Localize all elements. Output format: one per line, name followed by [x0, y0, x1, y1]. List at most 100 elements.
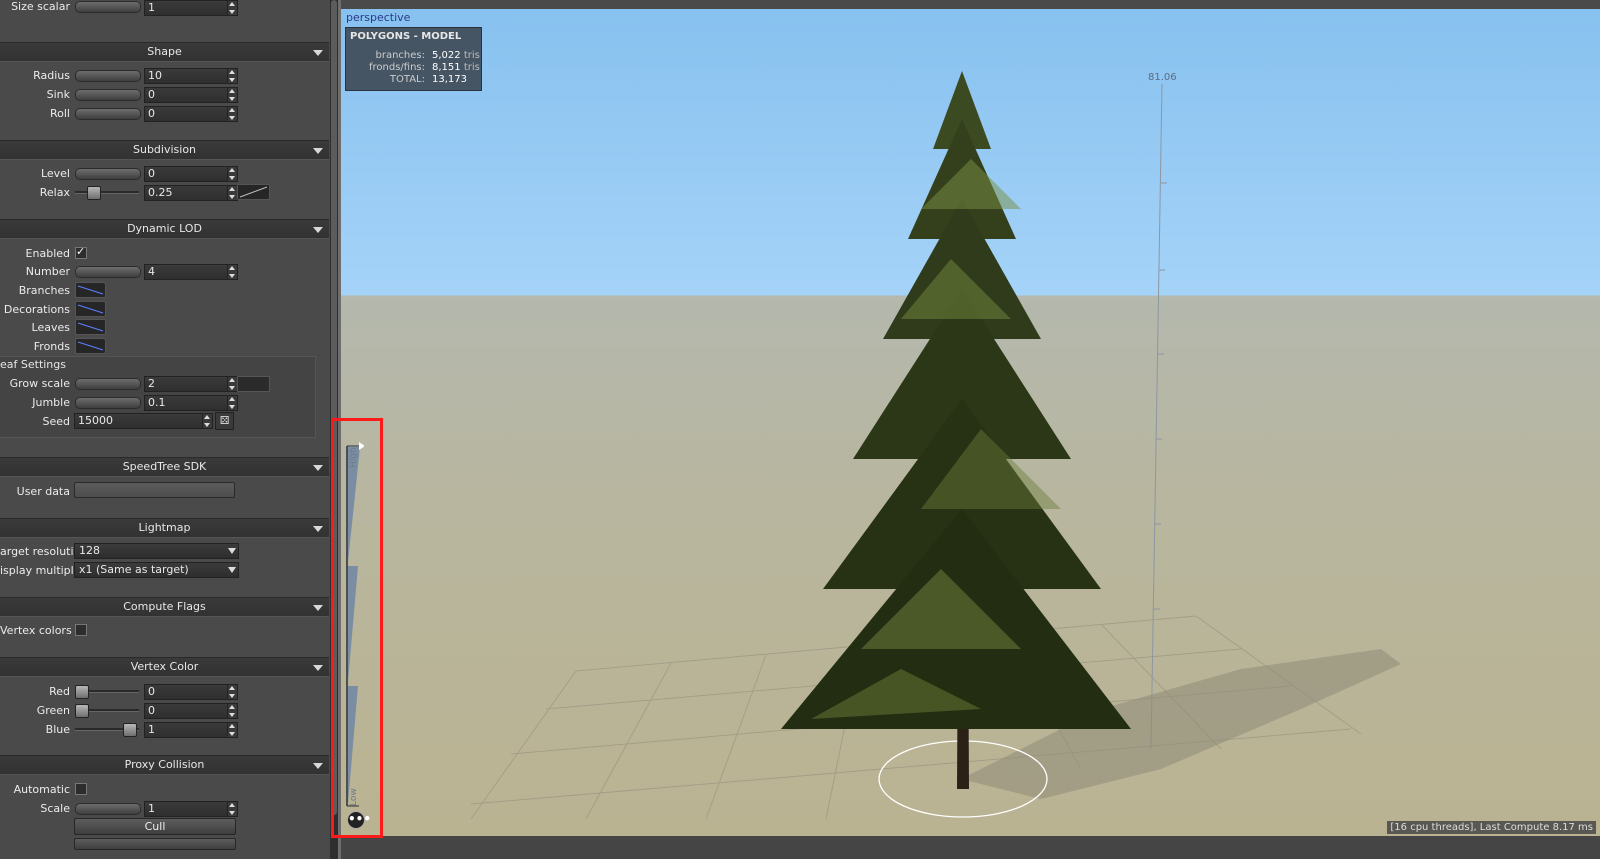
properties-panel: Size scalar 1 Shape Radius 10 Sink 0 Rol…: [0, 0, 330, 859]
roll-input[interactable]: 0: [144, 106, 229, 122]
section-speedtree-sdk-header[interactable]: SpeedTree SDK: [0, 457, 329, 477]
section-compute-flags-header[interactable]: Compute Flags: [0, 597, 329, 617]
seed-spinner[interactable]: [202, 413, 213, 429]
number-input[interactable]: 4: [144, 264, 229, 280]
blue-spinner[interactable]: [227, 722, 238, 738]
jumble-spinner[interactable]: [227, 395, 238, 411]
user-data-input[interactable]: [74, 482, 235, 498]
dropdown-arrow-icon: [228, 548, 236, 554]
roll-label: Roll: [50, 107, 70, 120]
fronds-label: Fronds: [33, 340, 70, 353]
number-spinner[interactable]: [227, 264, 238, 280]
target-resolution-select[interactable]: 128: [74, 543, 239, 559]
random-seed-dice-icon[interactable]: ⚄: [215, 412, 234, 430]
section-lightmap-title: Lightmap: [138, 521, 191, 534]
size-scalar-input[interactable]: 1: [144, 0, 229, 16]
blue-input[interactable]: 1: [144, 722, 229, 738]
next-button-partial[interactable]: [74, 838, 236, 850]
vertex-colors-label: Vertex colors: [0, 624, 72, 637]
automatic-label: Automatic: [13, 783, 70, 796]
height-measure-line: [1150, 83, 1163, 750]
sink-input[interactable]: 0: [144, 87, 229, 103]
vertex-colors-checkbox[interactable]: [75, 624, 87, 636]
red-label: Red: [49, 685, 70, 698]
section-speedtree-sdk-title: SpeedTree SDK: [122, 460, 207, 473]
display-multiplier-label: isplay multiplier: [0, 564, 89, 577]
branches-label: Branches: [18, 284, 70, 297]
decorations-curve-button[interactable]: [75, 301, 106, 317]
grow-scale-curve-button[interactable]: [237, 376, 270, 392]
section-dynamic-lod-header[interactable]: Dynamic LOD: [0, 219, 329, 239]
sink-slider[interactable]: [75, 89, 141, 101]
level-spinner[interactable]: [227, 166, 238, 182]
size-scalar-label: Size scalar: [11, 0, 70, 13]
curve-icon: [77, 304, 104, 314]
relax-input[interactable]: 0.25: [144, 185, 229, 201]
leaves-label: Leaves: [31, 321, 70, 334]
scale-input[interactable]: 1: [144, 801, 229, 817]
size-scalar-slider[interactable]: [75, 1, 141, 13]
green-input[interactable]: 0: [144, 703, 229, 719]
roll-spinner[interactable]: [227, 106, 238, 122]
jumble-slider[interactable]: [75, 397, 141, 409]
grow-scale-label: Grow scale: [9, 377, 70, 390]
scale-slider[interactable]: [75, 803, 141, 815]
seed-input[interactable]: 15000: [74, 413, 203, 429]
relax-slider[interactable]: [75, 186, 139, 200]
relax-label: Relax: [39, 186, 70, 199]
automatic-checkbox[interactable]: [75, 783, 87, 795]
section-vertex-color-title: Vertex Color: [130, 660, 199, 673]
curve-icon: [239, 186, 268, 198]
user-data-label: User data: [16, 485, 70, 498]
blue-slider-knob[interactable]: [123, 723, 137, 737]
tree-foliage: [781, 71, 1131, 729]
cull-button[interactable]: Cull: [74, 818, 236, 835]
dropdown-arrow-icon: [228, 567, 236, 573]
display-multiplier-value: x1 (Same as target): [79, 563, 189, 576]
level-input[interactable]: 0: [144, 166, 229, 182]
branches-curve-button[interactable]: [75, 282, 106, 298]
roll-slider[interactable]: [75, 108, 141, 120]
relax-slider-knob[interactable]: [87, 186, 101, 200]
red-spinner[interactable]: [227, 684, 238, 700]
enabled-checkbox[interactable]: [75, 245, 87, 259]
measure-ticks: [1154, 182, 1167, 610]
collapse-arrow-icon: [313, 50, 323, 56]
section-subdivision-header[interactable]: Subdivision: [0, 140, 329, 160]
number-label: Number: [25, 265, 70, 278]
radius-slider[interactable]: [75, 70, 141, 82]
level-slider[interactable]: [75, 168, 141, 180]
3d-viewport[interactable]: perspective POLYGONS - MODEL branches: 5…: [341, 9, 1600, 836]
collapse-arrow-icon: [313, 763, 323, 769]
radius-input[interactable]: 10: [144, 68, 229, 84]
section-lightmap-header[interactable]: Lightmap: [0, 518, 329, 538]
decorations-label: Decorations: [3, 303, 70, 316]
section-proxy-collision-header[interactable]: Proxy Collision: [0, 755, 329, 775]
jumble-input[interactable]: 0.1: [144, 395, 229, 411]
grow-scale-slider[interactable]: [75, 378, 141, 390]
leaves-curve-button[interactable]: [75, 319, 106, 335]
collapse-arrow-icon: [313, 526, 323, 532]
red-slider-knob[interactable]: [75, 685, 89, 699]
grow-scale-input[interactable]: 2: [144, 376, 229, 392]
red-slider[interactable]: [75, 685, 139, 699]
number-slider[interactable]: [75, 266, 141, 278]
target-resolution-label: arget resolution: [0, 545, 88, 558]
scale-spinner[interactable]: [227, 801, 238, 817]
green-slider-knob[interactable]: [75, 704, 89, 718]
green-slider[interactable]: [75, 704, 139, 718]
green-spinner[interactable]: [227, 703, 238, 719]
size-scalar-spinner[interactable]: [227, 0, 238, 16]
section-shape-header[interactable]: Shape: [0, 42, 329, 62]
section-vertex-color-header[interactable]: Vertex Color: [0, 657, 329, 677]
jumble-label: Jumble: [32, 396, 70, 409]
sink-spinner[interactable]: [227, 87, 238, 103]
red-input[interactable]: 0: [144, 684, 229, 700]
highlight-box: [331, 418, 383, 838]
blue-slider[interactable]: [75, 723, 139, 737]
relax-curve-button[interactable]: [237, 184, 270, 200]
display-multiplier-select[interactable]: x1 (Same as target): [74, 562, 239, 578]
section-compute-flags-title: Compute Flags: [123, 600, 206, 613]
fronds-curve-button[interactable]: [75, 338, 106, 354]
radius-spinner[interactable]: [227, 68, 238, 84]
